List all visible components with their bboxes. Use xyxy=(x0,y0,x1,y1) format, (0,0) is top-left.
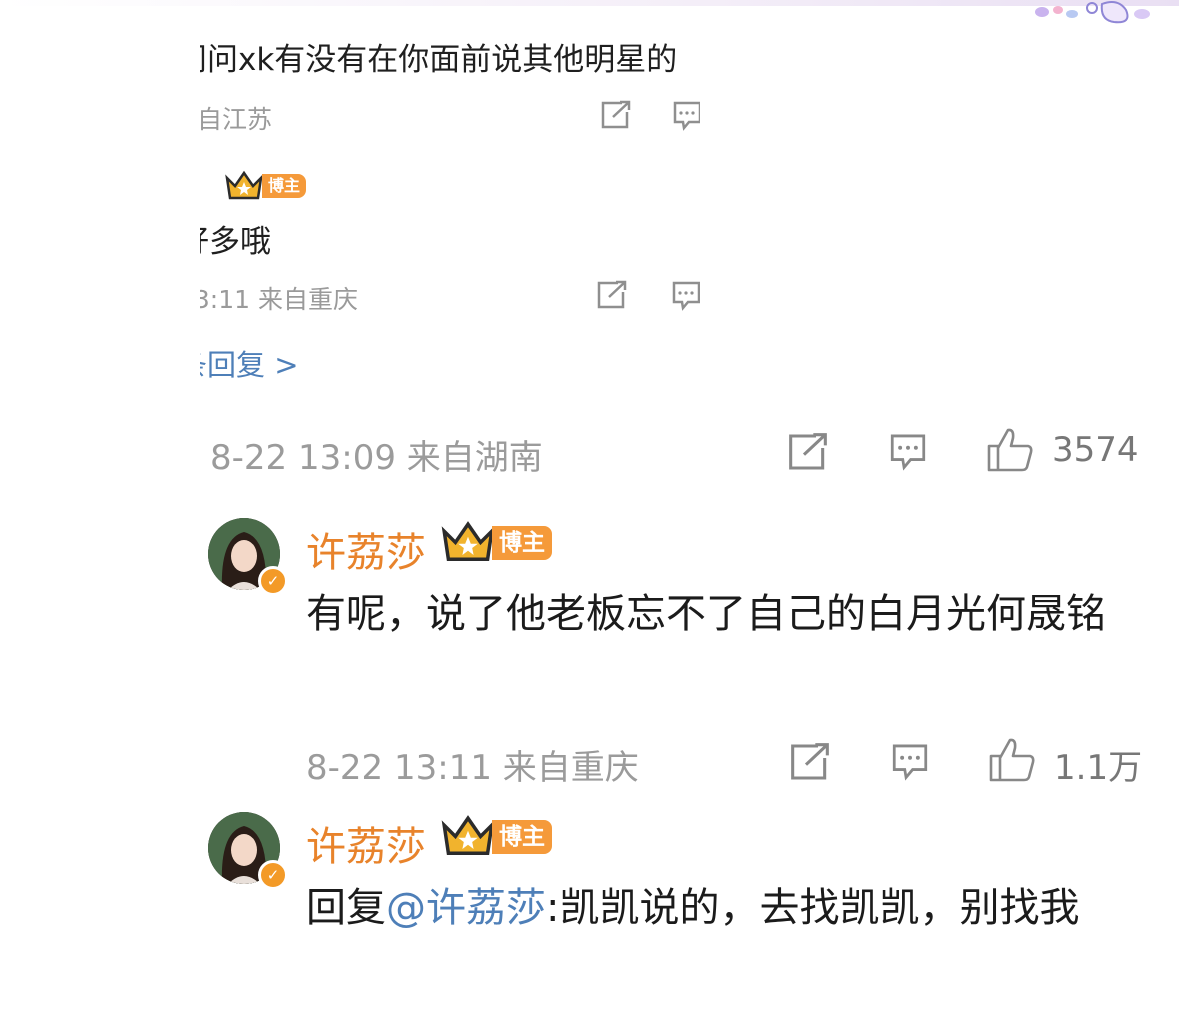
blogger-badge: 博主 xyxy=(492,526,552,560)
nested-reply-2-badge: 博主 xyxy=(212,170,312,202)
thumbs-up-icon[interactable] xyxy=(986,426,1034,472)
share-icon[interactable] xyxy=(596,280,628,310)
share-icon[interactable] xyxy=(788,742,832,782)
blogger-badge: 博主 xyxy=(262,174,306,198)
share-icon[interactable] xyxy=(600,100,632,130)
comment-content: 回复@许荔莎:凯凯说的，去找凯凯，别找我 xyxy=(306,876,1136,940)
reply-text: :凯凯说的，去找凯凯，别找我 xyxy=(546,885,1080,931)
crown-icon xyxy=(441,815,495,855)
nested-reply-meta: 13:11 来自重庆 xyxy=(200,285,358,314)
nested-reply-2: 好多哦 xyxy=(200,212,700,260)
top-gradient-strip xyxy=(0,0,1179,6)
crown-icon xyxy=(441,521,495,561)
blogger-badge-wrap: 博主 xyxy=(440,814,552,858)
comment-icon[interactable] xyxy=(888,742,932,784)
verified-icon: ✓ xyxy=(258,566,288,596)
reply-prefix: 回复 xyxy=(306,885,386,931)
verified-icon: ✓ xyxy=(258,860,288,890)
comment-icon[interactable] xyxy=(672,100,700,132)
nested-reply-text: 问问xk有没有在你面前说其他明星的 xyxy=(200,42,678,78)
username[interactable]: 许荔莎 xyxy=(306,814,426,872)
crown-icon xyxy=(225,170,263,200)
comment-meta: 8-22 13:09 来自湖南 xyxy=(210,438,543,478)
username[interactable]: 许荔莎 xyxy=(306,520,426,578)
comment-icon[interactable] xyxy=(886,432,930,474)
more-replies-link[interactable]: 条回复 > xyxy=(200,342,299,384)
share-icon[interactable] xyxy=(786,432,830,472)
blogger-badge-wrap: 博主 xyxy=(440,520,552,564)
like-count: 3574 xyxy=(1052,430,1139,470)
comment-content: 有呢，说了他老板忘不了自己的白月光何晟铭 xyxy=(306,591,1106,637)
like-count: 1.1万 xyxy=(1054,748,1143,788)
nested-reply-text: 好多哦 xyxy=(200,224,271,260)
comment-meta: 8-22 13:11 来自重庆 xyxy=(306,748,639,788)
thumbs-up-icon[interactable] xyxy=(988,736,1036,782)
nested-reply-1: 问问xk有没有在你面前说其他明星的 xyxy=(200,30,700,78)
blogger-badge: 博主 xyxy=(492,820,552,854)
sticker-decoration-icon xyxy=(1035,1,1150,24)
more-replies-link-wrap[interactable]: 条回复 > xyxy=(200,340,700,384)
nested-reply-meta: 来自江苏 xyxy=(200,105,273,134)
comment-icon[interactable] xyxy=(670,280,700,312)
mention-link[interactable]: @许荔莎 xyxy=(386,885,546,931)
